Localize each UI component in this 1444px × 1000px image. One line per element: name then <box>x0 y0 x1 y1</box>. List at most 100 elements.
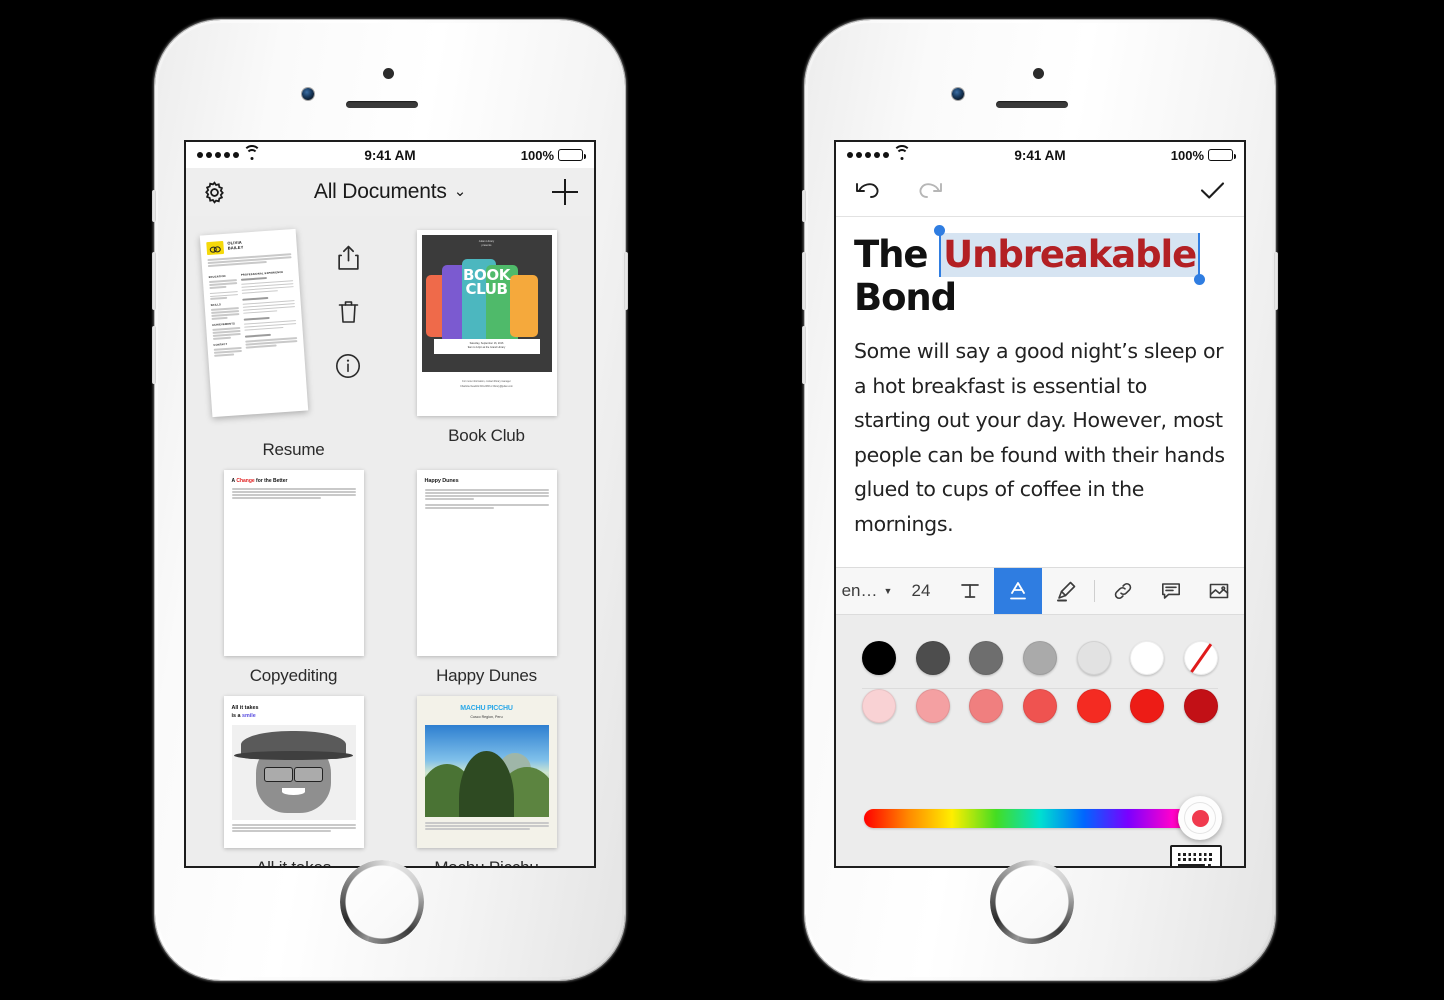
volume-up-button[interactable] <box>152 252 156 310</box>
mute-switch[interactable] <box>802 190 806 222</box>
hue-slider-knob[interactable] <box>1178 796 1222 840</box>
color-swatch[interactable] <box>915 641 950 675</box>
documents-navbar: All Documents ⌄ <box>186 168 594 216</box>
font-size-selector[interactable]: 24 <box>896 568 946 614</box>
status-bar: 9:41 AM 100% <box>186 142 594 168</box>
document-cell-copyediting[interactable]: A Change for the Better Copyediting <box>204 470 383 686</box>
hue-slider[interactable] <box>864 796 1222 840</box>
color-swatch[interactable] <box>1022 641 1057 675</box>
power-button[interactable] <box>1274 252 1278 310</box>
document-thumbnail-smile[interactable]: All it takes is a smile <box>223 696 364 848</box>
document-label: Book Club <box>448 426 525 445</box>
hue-slider-track[interactable] <box>864 808 1216 828</box>
home-button[interactable] <box>990 860 1074 944</box>
color-swatch[interactable] <box>862 641 896 675</box>
proximity-sensor-icon <box>1033 68 1044 79</box>
left-phone-screen: 9:41 AM 100% All Documents ⌄ OLIVIA BAIL… <box>186 142 594 866</box>
documents-grid[interactable]: OLIVIA BAILEY EDUCATION SKILLS ACHIEVEME… <box>186 216 594 866</box>
swatch-row-reds[interactable] <box>862 689 1218 723</box>
page-title-label: All Documents <box>313 180 447 203</box>
color-swatch[interactable] <box>915 689 950 723</box>
swatch-row-grayscale[interactable] <box>862 641 1218 675</box>
highlighter-icon[interactable] <box>1042 568 1090 614</box>
sm-line2-pre: is a <box>231 713 242 720</box>
bc-presents: presents <box>481 244 492 248</box>
home-button[interactable] <box>340 860 424 944</box>
ce-heading-post: for the Better <box>254 478 288 484</box>
front-camera-icon <box>302 88 314 100</box>
text-format-icon[interactable] <box>946 568 994 614</box>
ce-body <box>231 488 356 656</box>
keyboard-icon[interactable] <box>1170 845 1222 866</box>
wifi-icon <box>243 144 261 161</box>
document-thumbnail-resume[interactable]: OLIVIA BAILEY EDUCATION SKILLS ACHIEVEME… <box>199 228 309 418</box>
document-thumbnail-book-club[interactable]: Julian Library presents BOOK CLUB Saturd… <box>416 230 557 416</box>
status-bar-signal <box>197 144 261 161</box>
font-name-selector[interactable]: en… ▼ <box>836 568 896 614</box>
status-bar-signal <box>847 144 911 161</box>
document-cell-machu-picchu[interactable]: MACHU PICCHU Cusco Region, Peru Machu Pi… <box>397 696 576 866</box>
document-label: Machu Picchu <box>434 858 539 866</box>
mute-switch[interactable] <box>152 190 156 222</box>
bc-footer-2: Charlotte Newkirk 619-2483 or library@ju… <box>460 384 513 388</box>
selected-text[interactable]: Unbreakable <box>934 225 1206 286</box>
comment-icon[interactable] <box>1147 568 1195 614</box>
document-paragraph[interactable]: Some will say a good night’s sleep or a … <box>854 334 1226 541</box>
format-toolbar[interactable]: en… ▼ 24 <box>836 567 1244 615</box>
color-swatch[interactable] <box>969 641 1004 675</box>
ce-heading-accent: Change <box>236 478 255 484</box>
earpiece-speaker <box>346 101 418 108</box>
toolbar-divider <box>1094 580 1095 602</box>
document-cell-smile[interactable]: All it takes is a smile <box>204 696 383 866</box>
color-swatches[interactable] <box>836 615 1244 723</box>
document-label: All it takes <box>256 858 331 866</box>
color-swatch[interactable] <box>862 689 896 723</box>
color-swatch[interactable] <box>1022 689 1057 723</box>
document-cell-happy-dunes[interactable]: Happy Dunes Happy Dunes <box>397 470 576 686</box>
document-thumbnail-copyediting[interactable]: A Change for the Better <box>223 470 364 656</box>
resume-last-name: BAILEY <box>227 244 244 251</box>
resume-preview: OLIVIA BAILEY EDUCATION SKILLS ACHIEVEME… <box>200 229 308 417</box>
color-swatch-none[interactable] <box>1183 641 1218 675</box>
insert-image-icon[interactable] <box>1195 568 1243 614</box>
plus-icon[interactable] <box>552 179 578 205</box>
color-swatch[interactable] <box>1130 641 1165 675</box>
right-phone-screen: 9:41 AM 100% The Unbreakable Bond Some w… <box>836 142 1244 866</box>
volume-up-button[interactable] <box>802 252 806 310</box>
undo-icon[interactable] <box>854 178 882 207</box>
info-icon[interactable] <box>335 353 361 379</box>
link-icon[interactable] <box>1099 568 1147 614</box>
color-swatch[interactable] <box>1076 641 1111 675</box>
font-color-icon[interactable] <box>994 568 1042 614</box>
volume-down-button[interactable] <box>152 326 156 384</box>
color-swatch[interactable] <box>1130 689 1165 723</box>
redo-icon[interactable] <box>916 178 944 207</box>
document-title[interactable]: The Unbreakable Bond <box>854 225 1226 320</box>
document-thumbnail-happy-dunes[interactable]: Happy Dunes <box>416 470 557 656</box>
front-camera-icon <box>952 88 964 100</box>
color-picker-panel[interactable] <box>836 615 1244 866</box>
swipe-row: OLIVIA BAILEY EDUCATION SKILLS ACHIEVEME… <box>199 228 383 430</box>
gear-icon[interactable] <box>202 180 227 205</box>
mp-subtitle: Cusco Region, Peru <box>470 715 503 719</box>
sm-line1: All it takes <box>231 705 259 711</box>
share-icon[interactable] <box>336 244 361 271</box>
color-swatch[interactable] <box>969 689 1004 723</box>
color-swatch[interactable] <box>1183 689 1218 723</box>
trash-icon[interactable] <box>337 299 360 325</box>
document-cell-book-club[interactable]: Julian Library presents BOOK CLUB Saturd… <box>397 230 576 460</box>
volume-down-button[interactable] <box>802 326 806 384</box>
title-suffix: Bond <box>854 276 957 320</box>
editor-document-body[interactable]: The Unbreakable Bond Some will say a goo… <box>836 217 1244 567</box>
hd-body <box>424 484 549 654</box>
power-button[interactable] <box>624 252 628 310</box>
document-cell-resume[interactable]: OLIVIA BAILEY EDUCATION SKILLS ACHIEVEME… <box>199 228 383 460</box>
battery-icon <box>558 149 586 161</box>
color-swatch[interactable] <box>1076 689 1111 723</box>
title-prefix: The <box>854 233 940 276</box>
checkmark-icon[interactable] <box>1198 178 1226 207</box>
page-title[interactable]: All Documents ⌄ <box>186 180 594 204</box>
wifi-icon <box>893 144 911 161</box>
document-thumbnail-machu-picchu[interactable]: MACHU PICCHU Cusco Region, Peru <box>416 696 557 848</box>
mp-photo <box>424 725 549 817</box>
